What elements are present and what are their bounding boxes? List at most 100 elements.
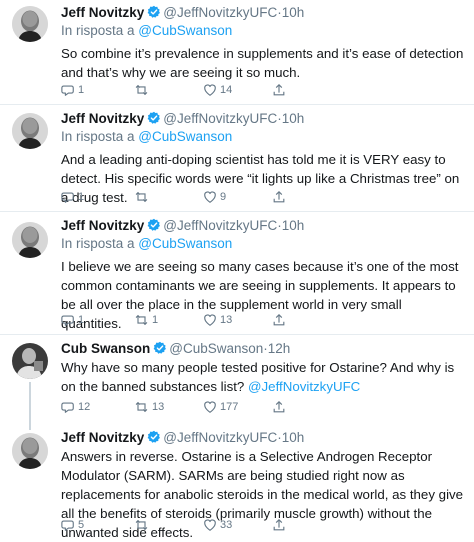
tweet-header: Jeff Novitzky @JeffNovitzkyUFC·10h [61, 110, 304, 128]
reply-prefix: In risposta a [61, 129, 139, 144]
author-handle[interactable]: @JeffNovitzkyUFC [163, 5, 277, 20]
heart-icon [203, 313, 217, 327]
share-button[interactable] [272, 399, 286, 415]
reply-icon [61, 190, 75, 204]
reply-button[interactable]: 1 [61, 189, 84, 205]
retweet-icon [134, 313, 149, 327]
reply-prefix: In risposta a [61, 23, 139, 38]
like-count: 13 [220, 314, 233, 326]
tweet-header: Jeff Novitzky @JeffNovitzkyUFC·10h [61, 429, 304, 447]
like-count: 33 [220, 519, 233, 531]
reply-count: 5 [78, 519, 85, 531]
reply-icon [61, 83, 75, 97]
tweet-header: Jeff Novitzky @JeffNovitzkyUFC·10h [61, 217, 304, 235]
timestamp[interactable]: 10h [282, 430, 305, 445]
reply-prefix: In risposta a [61, 236, 139, 251]
share-button[interactable] [272, 517, 286, 533]
reply-count: 12 [78, 401, 91, 413]
author-name[interactable]: Jeff Novitzky [61, 430, 144, 445]
reply-button[interactable]: 5 [61, 517, 84, 533]
retweet-button[interactable] [134, 517, 152, 533]
share-icon [272, 190, 286, 204]
avatar[interactable] [12, 343, 48, 379]
timestamp[interactable]: 12h [268, 341, 291, 356]
heart-icon [203, 518, 217, 532]
verified-badge-icon [147, 5, 161, 19]
verified-badge-icon [147, 111, 161, 125]
reply-mention-link[interactable]: @CubSwanson [138, 129, 232, 144]
like-count: 177 [220, 401, 239, 413]
timestamp[interactable]: 10h [282, 218, 305, 233]
avatar[interactable] [12, 433, 48, 469]
retweet-icon [134, 518, 149, 532]
tweet-text: So combine it’s prevalence in supplement… [61, 46, 464, 80]
share-button[interactable] [272, 312, 286, 328]
share-icon [272, 518, 286, 532]
reply-icon [61, 400, 75, 414]
reply-button[interactable]: 12 [61, 399, 90, 415]
share-icon [272, 83, 286, 97]
retweet-icon [134, 400, 149, 414]
tweet-2[interactable]: Jeff Novitzky @JeffNovitzkyUFC·10h In ris… [0, 105, 474, 208]
author-handle[interactable]: @CubSwanson [169, 341, 263, 356]
reply-button[interactable]: 1 [61, 312, 84, 328]
like-button[interactable]: 14 [203, 82, 232, 98]
heart-icon [203, 400, 217, 414]
timestamp[interactable]: 10h [282, 5, 305, 20]
heart-icon [203, 83, 217, 97]
tweet-actions: 5 33 [61, 517, 466, 533]
reply-context: In risposta a @CubSwanson [61, 235, 232, 253]
retweet-count: 1 [152, 314, 159, 326]
avatar[interactable] [12, 222, 48, 258]
tweet-3[interactable]: Jeff Novitzky @JeffNovitzkyUFC·10h In ris… [0, 212, 474, 332]
share-button[interactable] [272, 189, 286, 205]
author-name[interactable]: Jeff Novitzky [61, 111, 144, 126]
like-count: 14 [220, 84, 233, 96]
avatar[interactable] [12, 113, 48, 149]
reply-mention-link[interactable]: @CubSwanson [138, 236, 232, 251]
author-name[interactable]: Cub Swanson [61, 341, 150, 356]
share-button[interactable] [272, 82, 286, 98]
mention-link[interactable]: @JeffNovitzkyUFC [248, 379, 360, 394]
verified-badge-icon [147, 218, 161, 232]
tweet-4[interactable]: Cub Swanson @CubSwanson·12h Why have so m… [0, 335, 474, 420]
like-button[interactable]: 177 [203, 399, 238, 415]
author-handle[interactable]: @JeffNovitzkyUFC [163, 111, 277, 126]
like-button[interactable]: 13 [203, 312, 232, 328]
reply-context: In risposta a @CubSwanson [61, 22, 232, 40]
retweet-button[interactable]: 1 [134, 312, 158, 328]
tweet-actions: 1 14 [61, 82, 466, 98]
author-name[interactable]: Jeff Novitzky [61, 218, 144, 233]
tweet-5[interactable]: Jeff Novitzky @JeffNovitzkyUFC·10h Answer… [0, 425, 474, 540]
share-icon [272, 313, 286, 327]
reply-icon [61, 313, 75, 327]
avatar[interactable] [12, 6, 48, 42]
author-name[interactable]: Jeff Novitzky [61, 5, 144, 20]
reply-mention-link[interactable]: @CubSwanson [138, 23, 232, 38]
retweet-button[interactable] [134, 189, 152, 205]
retweet-icon [134, 83, 149, 97]
tweet-header: Jeff Novitzky @JeffNovitzkyUFC·10h [61, 4, 304, 22]
reply-button[interactable]: 1 [61, 82, 84, 98]
tweet-actions: 12 13 177 [61, 399, 466, 415]
timestamp[interactable]: 10h [282, 111, 305, 126]
tweet-actions: 1 1 13 [61, 312, 466, 328]
like-button[interactable]: 9 [203, 189, 226, 205]
reply-count: 1 [78, 84, 85, 96]
reply-icon [61, 518, 75, 532]
retweet-icon [134, 190, 149, 204]
like-button[interactable]: 33 [203, 517, 232, 533]
tweet-text: Why have so many people tested positive … [61, 358, 466, 396]
reply-count: 1 [78, 314, 85, 326]
verified-badge-icon [147, 430, 161, 444]
author-handle[interactable]: @JeffNovitzkyUFC [163, 430, 277, 445]
share-icon [272, 400, 286, 414]
retweet-button[interactable]: 13 [134, 399, 164, 415]
tweet-1[interactable]: Jeff Novitzky @JeffNovitzkyUFC·10h In ris… [0, 0, 474, 103]
retweet-button[interactable] [134, 82, 152, 98]
reply-context: In risposta a @CubSwanson [61, 128, 232, 146]
author-handle[interactable]: @JeffNovitzkyUFC [163, 218, 277, 233]
retweet-count: 13 [152, 401, 165, 413]
like-count: 9 [220, 191, 227, 203]
reply-count: 1 [78, 191, 85, 203]
